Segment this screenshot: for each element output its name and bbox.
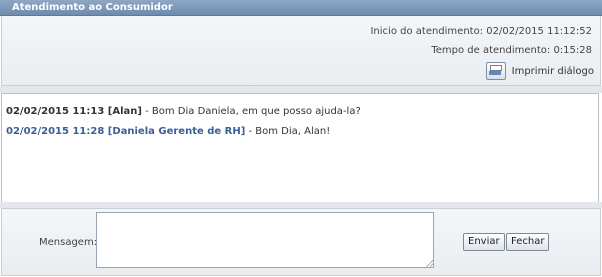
info-panel: Inicio do atendimento: 02/02/2015 11:12:… <box>1 16 601 86</box>
duration: Tempo de atendimento: 0:15:28 <box>431 45 592 56</box>
print-dialog-label[interactable]: Imprimir diálogo <box>512 66 594 77</box>
start-time-label: Inicio do atendimento: <box>370 26 484 37</box>
duration-value: 0:15:28 <box>553 45 592 56</box>
message-stamp: 02/02/2015 11:13 [Alan] <box>6 106 142 117</box>
chat-message: 02/02/2015 11:28 [Daniela Gerente de RH]… <box>6 126 330 137</box>
chat-message: 02/02/2015 11:13 [Alan] - Bom Dia Daniel… <box>6 106 361 117</box>
printer-icon[interactable] <box>485 62 506 80</box>
message-text: - Bom Dia Daniela, em que posso ajuda-la… <box>141 106 361 117</box>
message-label: Mensagem: <box>39 237 98 248</box>
chat-transcript[interactable]: 02/02/2015 11:13 [Alan] - Bom Dia Daniel… <box>1 93 599 203</box>
print-dialog-link[interactable]: Imprimir diálogo <box>485 62 594 80</box>
window-title: Atendimento ao Consumidor <box>12 2 173 13</box>
close-button[interactable]: Fechar <box>506 233 550 251</box>
start-time: Inicio do atendimento: 02/02/2015 11:12:… <box>370 26 592 37</box>
window-titlebar: Atendimento ao Consumidor <box>0 0 602 16</box>
start-time-value: 02/02/2015 11:12:52 <box>486 26 592 37</box>
separator <box>0 86 602 93</box>
resize-grip-icon[interactable] <box>426 260 433 267</box>
send-button[interactable]: Enviar <box>463 233 505 251</box>
message-stamp: 02/02/2015 11:28 [Daniela Gerente de RH] <box>6 126 246 137</box>
message-input[interactable] <box>96 212 434 268</box>
duration-label: Tempo de atendimento: <box>431 45 551 56</box>
compose-panel: Mensagem: Enviar Fechar <box>1 208 601 276</box>
message-text: - Bom Dia, Alan! <box>245 126 331 137</box>
